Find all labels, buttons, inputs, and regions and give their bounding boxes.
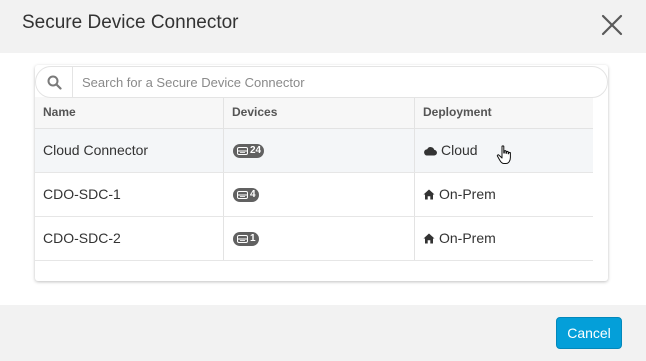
device-count: 24 xyxy=(250,144,262,156)
deployment-type: Cloud xyxy=(441,142,478,158)
deployment-cell: On-Prem xyxy=(414,173,593,216)
hand-pointer-icon xyxy=(496,145,514,170)
device-count: 4 xyxy=(250,188,256,200)
close-button[interactable] xyxy=(598,11,626,39)
deployment-cell: On-Prem xyxy=(414,217,593,260)
connector-table: Name Devices Deployment Cloud Connector … xyxy=(35,97,593,261)
dialog-header: Secure Device Connector xyxy=(0,0,646,53)
dialog-title: Secure Device Connector xyxy=(22,12,239,33)
device-icon xyxy=(237,190,248,199)
search-bar xyxy=(35,66,608,98)
device-count-badge: 1 xyxy=(233,231,259,246)
device-count-badge: 4 xyxy=(233,187,259,202)
search-icon xyxy=(47,75,62,90)
connector-name: CDO-SDC-1 xyxy=(43,186,121,202)
devices-cell: 4 xyxy=(223,173,414,216)
devices-cell: 24 xyxy=(223,129,414,172)
device-icon xyxy=(237,146,248,155)
cancel-button[interactable]: Cancel xyxy=(556,317,622,349)
search-input[interactable] xyxy=(82,67,582,97)
cloud-icon xyxy=(423,146,437,156)
deployment-type: On-Prem xyxy=(439,186,496,202)
secure-device-connector-dialog: Secure Device Connector Name Devices xyxy=(0,0,646,361)
connector-name: CDO-SDC-2 xyxy=(43,230,121,246)
table-header: Name Devices Deployment xyxy=(35,97,593,129)
connector-name: Cloud Connector xyxy=(43,142,149,158)
home-icon xyxy=(423,233,435,244)
device-icon xyxy=(237,234,248,243)
column-header-name[interactable]: Name xyxy=(35,97,223,128)
close-icon xyxy=(601,14,623,36)
deployment-type: On-Prem xyxy=(439,230,496,246)
search-button[interactable] xyxy=(36,67,73,97)
table-row[interactable]: CDO-SDC-2 1 On-Prem xyxy=(35,217,593,261)
home-icon xyxy=(423,189,435,200)
device-count: 1 xyxy=(250,232,256,244)
dialog-body: Name Devices Deployment Cloud Connector … xyxy=(0,53,646,305)
column-header-deployment[interactable]: Deployment xyxy=(414,97,593,128)
column-header-devices[interactable]: Devices xyxy=(223,97,414,128)
dialog-footer: Cancel xyxy=(0,305,646,361)
device-count-badge: 24 xyxy=(233,143,265,158)
table-row[interactable]: CDO-SDC-1 4 On-Prem xyxy=(35,173,593,217)
devices-cell: 1 xyxy=(223,217,414,260)
